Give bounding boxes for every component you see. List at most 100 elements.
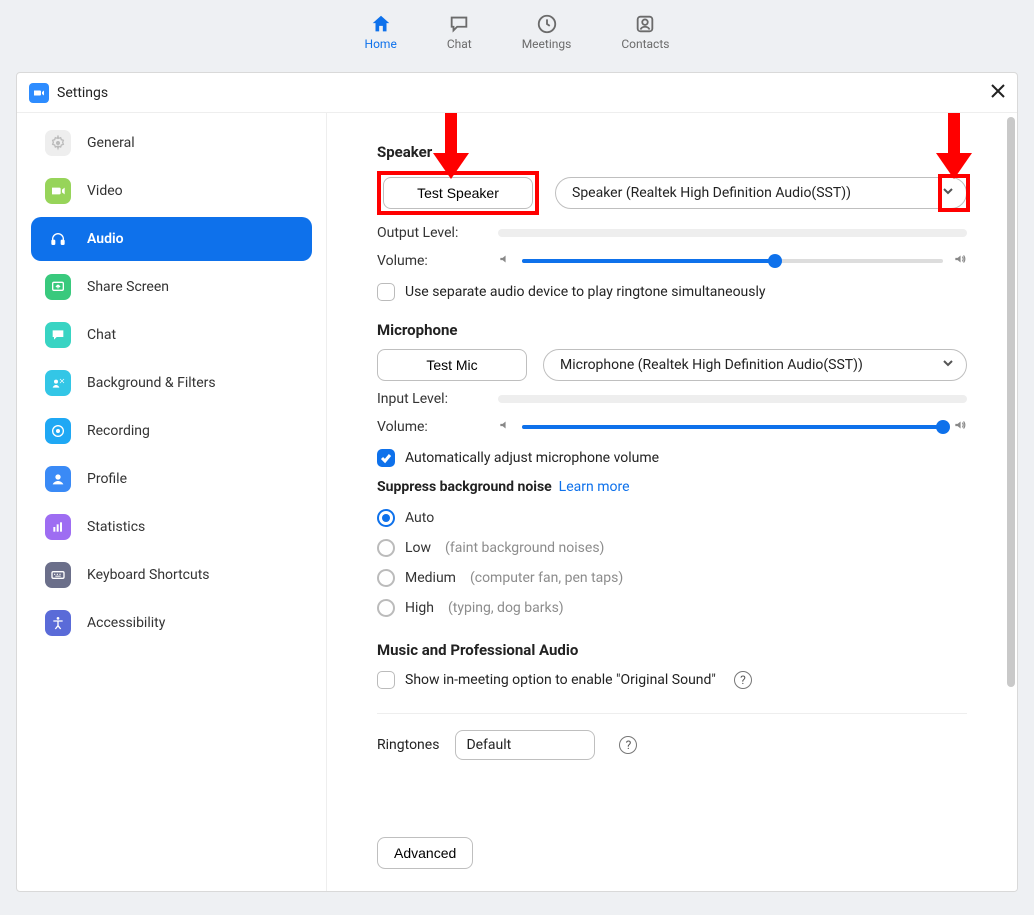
home-icon (370, 13, 392, 35)
sidebar-item-chat[interactable]: Chat (31, 313, 312, 357)
speaker-volume-label: Volume: (377, 253, 482, 269)
help-icon[interactable]: ? (619, 736, 637, 754)
separate-device-checkbox[interactable] (377, 283, 395, 301)
topbar-label: Meetings (522, 37, 572, 51)
test-mic-button[interactable]: Test Mic (377, 349, 527, 381)
sidebar-item-label: Recording (87, 423, 150, 439)
topbar-contacts[interactable]: Contacts (621, 13, 669, 51)
clock-icon (536, 13, 558, 35)
topbar: Home Chat Meetings Contacts (0, 0, 1034, 64)
suppress-noise-title: Suppress background noise (377, 479, 552, 495)
footer: Advanced (327, 823, 1017, 891)
input-level-label: Input Level: (377, 391, 482, 407)
noise-radio-low[interactable] (377, 539, 395, 557)
statistics-icon (45, 514, 71, 540)
scrollbar[interactable] (1007, 117, 1015, 687)
noise-label: Low (405, 540, 431, 556)
sidebar-item-profile[interactable]: Profile (31, 457, 312, 501)
volume-min-icon (498, 418, 512, 436)
noise-hint: (computer fan, pen taps) (470, 570, 623, 586)
sidebar-item-accessibility[interactable]: Accessibility (31, 601, 312, 645)
sidebar-item-video[interactable]: Video (31, 169, 312, 213)
learn-more-link[interactable]: Learn more (559, 479, 630, 495)
chat-bubble-icon (45, 322, 71, 348)
chevron-down-icon (942, 357, 954, 373)
topbar-label: Contacts (621, 37, 669, 51)
ringtones-value: Default (466, 737, 511, 753)
auto-adjust-checkbox[interactable] (377, 449, 395, 467)
noise-radio-high[interactable] (377, 599, 395, 617)
sidebar-item-shortcuts[interactable]: Keyboard Shortcuts (31, 553, 312, 597)
volume-max-icon (953, 418, 967, 436)
sidebar: General Video Audio Share Screen Chat Ba… (17, 113, 327, 891)
sidebar-item-recording[interactable]: Recording (31, 409, 312, 453)
help-icon[interactable]: ? (734, 671, 752, 689)
profile-icon (45, 466, 71, 492)
sidebar-item-label: Audio (87, 231, 124, 247)
sidebar-item-label: Statistics (87, 519, 145, 535)
mic-volume-slider[interactable] (522, 417, 943, 437)
video-icon (45, 178, 71, 204)
volume-min-icon (498, 252, 512, 270)
accessibility-icon (45, 610, 71, 636)
titlebar: Settings (17, 73, 1017, 113)
sidebar-item-label: Background & Filters (87, 375, 216, 391)
output-level-label: Output Level: (377, 225, 482, 241)
sidebar-item-general[interactable]: General (31, 121, 312, 165)
share-screen-icon (45, 274, 71, 300)
sidebar-item-label: Video (87, 183, 123, 199)
microphone-dropdown-value: Microphone (Realtek High Definition Audi… (560, 357, 863, 373)
chat-icon (448, 13, 470, 35)
settings-window: Settings General Video Audio Share Scree… (16, 72, 1018, 892)
contacts-icon (634, 13, 656, 35)
advanced-button[interactable]: Advanced (377, 837, 473, 869)
annotation-arrow-right (936, 113, 972, 183)
sidebar-item-statistics[interactable]: Statistics (31, 505, 312, 549)
annotation-arrow-left (433, 113, 469, 183)
noise-label: High (405, 600, 434, 616)
input-level-meter (498, 395, 967, 403)
noise-label: Medium (405, 570, 456, 586)
window-title: Settings (57, 85, 108, 101)
original-sound-checkbox[interactable] (377, 671, 395, 689)
original-sound-label: Show in-meeting option to enable "Origin… (405, 672, 716, 688)
output-level-meter (498, 229, 967, 237)
music-section-title: Music and Professional Audio (377, 641, 967, 659)
zoom-logo-icon (29, 83, 49, 103)
auto-adjust-label: Automatically adjust microphone volume (405, 450, 659, 466)
content-pane: Speaker Test Speaker Speaker (Realtek Hi… (327, 113, 1017, 891)
noise-radio-auto[interactable] (377, 509, 395, 527)
close-button[interactable] (991, 84, 1005, 102)
topbar-label: Home (365, 37, 397, 51)
topbar-home[interactable]: Home (365, 13, 397, 51)
microphone-section-title: Microphone (377, 321, 967, 339)
sidebar-item-label: Profile (87, 471, 127, 487)
noise-label: Auto (405, 510, 434, 526)
keyboard-icon (45, 562, 71, 588)
headphones-icon (45, 226, 71, 252)
recording-icon (45, 418, 71, 444)
ringtones-dropdown[interactable]: Default (455, 730, 595, 760)
sidebar-item-label: Accessibility (87, 615, 165, 631)
sidebar-item-label: Chat (87, 327, 116, 343)
noise-hint: (faint background noises) (445, 540, 604, 556)
background-icon (45, 370, 71, 396)
speaker-dropdown-value: Speaker (Realtek High Definition Audio(S… (572, 185, 851, 201)
sidebar-item-background[interactable]: Background & Filters (31, 361, 312, 405)
separate-device-label: Use separate audio device to play ringto… (405, 284, 766, 300)
volume-max-icon (953, 252, 967, 270)
sidebar-item-audio[interactable]: Audio (31, 217, 312, 261)
noise-radio-medium[interactable] (377, 569, 395, 587)
speaker-dropdown[interactable]: Speaker (Realtek High Definition Audio(S… (555, 177, 967, 209)
mic-volume-label: Volume: (377, 419, 482, 435)
divider (377, 713, 967, 714)
sidebar-item-share-screen[interactable]: Share Screen (31, 265, 312, 309)
topbar-meetings[interactable]: Meetings (522, 13, 572, 51)
microphone-dropdown[interactable]: Microphone (Realtek High Definition Audi… (543, 349, 967, 381)
speaker-volume-slider[interactable] (522, 251, 943, 271)
topbar-label: Chat (447, 37, 472, 51)
topbar-chat[interactable]: Chat (447, 13, 472, 51)
sidebar-item-label: General (87, 135, 135, 151)
ringtones-label: Ringtones (377, 737, 439, 753)
gear-icon (45, 130, 71, 156)
